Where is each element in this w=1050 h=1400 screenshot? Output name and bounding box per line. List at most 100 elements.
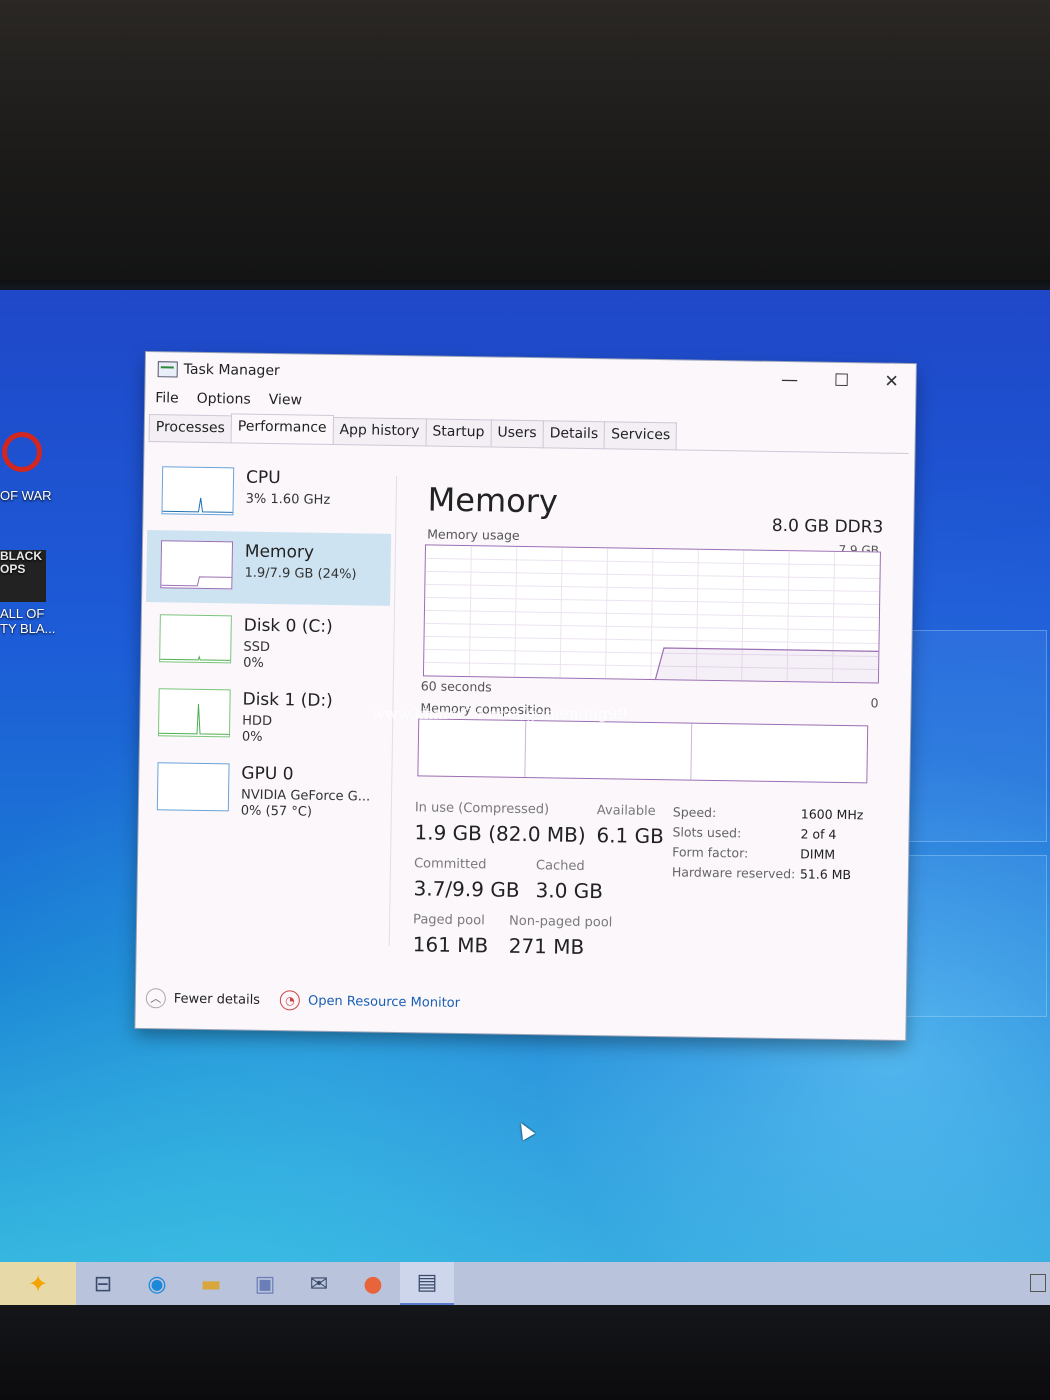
sidebar-item-detail: 3% 1.60 GHz — [245, 491, 331, 508]
cpu-thumbnail-graph — [161, 466, 235, 516]
tab-details[interactable]: Details — [542, 420, 606, 450]
notification-icon[interactable] — [1030, 1274, 1046, 1292]
non-paged-pool-value: 271 MB — [508, 933, 585, 959]
task-manager-app-icon — [157, 361, 178, 378]
memory-usage-area — [655, 647, 879, 683]
in-use-label: In use (Compressed) — [414, 800, 550, 818]
sidebar-item-detail: 0% — [243, 655, 264, 671]
tab-users[interactable]: Users — [490, 419, 544, 449]
memory-type: 8.0 GB DDR3 — [771, 515, 884, 538]
menu-bar: File Options View — [155, 390, 302, 408]
sidebar-item-detail: HDD — [242, 713, 273, 730]
task-manager-taskbar-icon[interactable]: ▤ — [400, 1262, 454, 1306]
non-paged-pool-label: Non-paged pool — [508, 913, 613, 931]
monitor-bezel-bottom — [0, 1305, 1050, 1400]
sidebar-item-gpu0[interactable]: GPU 0 NVIDIA GeForce G... 0% (57 °C) — [143, 752, 388, 828]
form-factor-value: DIMM — [800, 846, 836, 862]
gpu-thumbnail-graph — [156, 762, 230, 812]
sidebar-item-name: Disk 1 (D:) — [242, 689, 333, 711]
disk1-thumbnail-graph — [157, 688, 231, 738]
sidebar-item-name: Memory — [244, 541, 315, 563]
window-title: Task Manager — [183, 361, 280, 380]
menu-file[interactable]: File — [155, 390, 179, 406]
close-button[interactable]: ✕ — [871, 369, 911, 394]
memory-sparkline — [161, 576, 232, 587]
time-span-label: 60 seconds — [420, 678, 492, 695]
hardware-reserved-label: Hardware reserved: — [671, 864, 796, 882]
chevron-up-icon: ︿ — [145, 988, 167, 1009]
desktop-icon-label: ALL OF TY BLA... — [0, 606, 56, 636]
watermark-text: www.khmer24.com/gameming99 — [372, 705, 628, 723]
tab-services[interactable]: Services — [603, 421, 678, 451]
paged-pool-value: 161 MB — [412, 932, 489, 958]
memory-composition-bar — [417, 718, 869, 784]
form-factor-label: Form factor: — [672, 844, 749, 861]
speed-label: Speed: — [672, 804, 717, 821]
axis-zero-label: 0 — [870, 695, 879, 711]
start-button[interactable]: ✦ — [0, 1262, 76, 1306]
edge-browser-icon[interactable]: ◉ — [130, 1262, 184, 1306]
menu-options[interactable]: Options — [197, 391, 251, 408]
performance-sidebar: CPU 3% 1.60 GHz Memory 1.9/7.9 GB (24%) … — [143, 456, 393, 828]
cpu-sparkline — [162, 497, 233, 513]
sidebar-item-detail: 0% (57 °C) — [240, 803, 313, 820]
god-of-war-logo-icon — [2, 432, 42, 472]
sidebar-item-detail: 1.9/7.9 GB (24%) — [244, 565, 357, 583]
speed-value: 1600 MHz — [800, 806, 864, 823]
black-ops-logo-icon: BLACK OPS — [0, 550, 46, 602]
disk0-thumbnail-graph — [159, 614, 232, 664]
wallpaper-pane — [895, 855, 1047, 1017]
open-resource-monitor-link[interactable]: Open Resource Monitor — [308, 993, 460, 1010]
tab-processes[interactable]: Processes — [148, 414, 233, 444]
cached-value: 3.0 GB — [535, 878, 604, 904]
sidebar-item-detail: 0% — [241, 729, 263, 745]
memory-usage-graph — [422, 544, 881, 684]
wallpaper-pane — [895, 630, 1047, 842]
page-title: Memory — [427, 480, 559, 521]
disk1-sparkline — [159, 703, 230, 735]
resource-monitor-icon: ◔ — [279, 990, 301, 1011]
memory-usage-chart — [424, 546, 880, 683]
menu-view[interactable]: View — [269, 392, 302, 409]
background-room — [0, 0, 1050, 300]
task-view-icon[interactable]: ⊟ — [76, 1262, 130, 1306]
file-explorer-icon[interactable]: ▬ — [184, 1262, 238, 1306]
sidebar-item-name: CPU — [245, 467, 281, 489]
sidebar-item-name: Disk 0 (C:) — [243, 615, 333, 637]
store-icon[interactable]: ▣ — [238, 1262, 292, 1306]
composition-in-use-segment — [418, 719, 527, 778]
sidebar-item-cpu[interactable]: CPU 3% 1.60 GHz — [147, 456, 392, 532]
sidebar-item-disk1[interactable]: Disk 1 (D:) HDD 0% — [144, 678, 389, 754]
task-manager-window: Task Manager — ☐ ✕ File Options View Pro… — [135, 352, 916, 1041]
memory-thumbnail-graph — [160, 540, 234, 590]
sidebar-item-name: GPU 0 — [241, 763, 294, 785]
maximize-button[interactable]: ☐ — [821, 369, 861, 394]
fewer-details-link[interactable]: Fewer details — [174, 991, 260, 1007]
sidebar-item-detail: SSD — [243, 639, 271, 655]
committed-value: 3.7/9.9 GB — [413, 876, 520, 902]
desktop-icon-god-of-war[interactable]: OF WAR — [0, 432, 70, 503]
tab-performance[interactable]: Performance — [230, 413, 334, 443]
sidebar-item-memory[interactable]: Memory 1.9/7.9 GB (24%) — [146, 530, 392, 606]
slots-used-label: Slots used: — [672, 824, 742, 841]
minimize-button[interactable]: — — [769, 368, 809, 393]
memory-panel: Memory 8.0 GB DDR3 Memory usage 7.9 GB 6… — [413, 460, 896, 959]
desktop-icon-label: OF WAR — [0, 488, 52, 503]
committed-label: Committed — [413, 856, 487, 873]
sidebar-item-disk0[interactable]: Disk 0 (C:) SSD 0% — [145, 604, 390, 680]
memory-usage-label: Memory usage — [427, 526, 520, 543]
cached-label: Cached — [535, 858, 585, 874]
tab-startup[interactable]: Startup — [425, 418, 492, 448]
desktop-icon-black-ops[interactable]: BLACK OPS ALL OF TY BLA... — [0, 550, 70, 636]
firefox-icon[interactable]: ● — [346, 1262, 400, 1306]
taskbar: ✦ ⊟ ◉ ▬ ▣ ✉ ● ▤ — [0, 1262, 1050, 1306]
available-label: Available — [596, 803, 656, 820]
disk0-sparkline — [160, 655, 231, 661]
slots-used-value: 2 of 4 — [800, 826, 837, 842]
available-value: 6.1 GB — [596, 823, 665, 849]
paged-pool-label: Paged pool — [412, 912, 485, 929]
tab-app-history[interactable]: App history — [332, 416, 427, 447]
mail-icon[interactable]: ✉ — [292, 1262, 346, 1306]
in-use-value: 1.9 GB (82.0 MB) — [414, 820, 586, 847]
sidebar-item-detail: NVIDIA GeForce G... — [240, 787, 371, 805]
